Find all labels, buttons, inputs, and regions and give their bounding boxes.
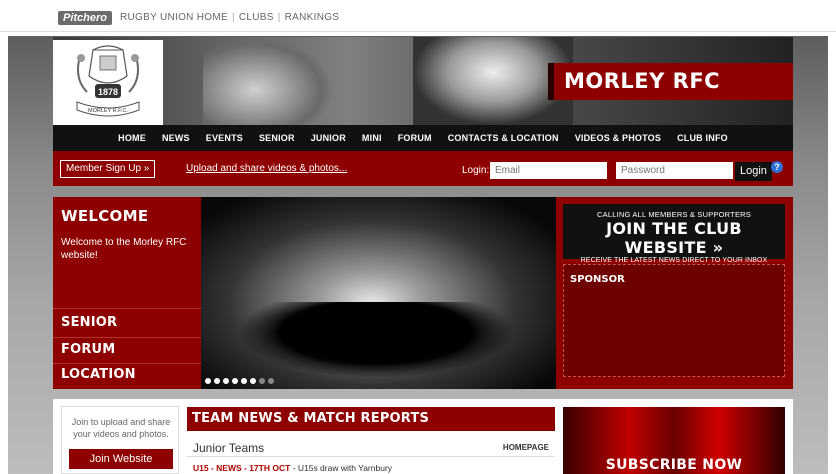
- hero-slideshow[interactable]: [201, 197, 556, 389]
- join-club-banner[interactable]: CALLING ALL MEMBERS & SUPPORTERS JOIN TH…: [563, 204, 785, 264]
- nav-senior[interactable]: SENIOR: [251, 125, 303, 151]
- rugby-union-home-link[interactable]: RUGBY UNION HOME: [120, 12, 228, 23]
- morley-rfc-crest-icon: 1878 MORLEY R.F.C.: [76, 45, 140, 117]
- crest-motto: MORLEY R.F.C.: [88, 108, 128, 114]
- welcome-text: Welcome to the Morley RFC website!: [61, 237, 187, 261]
- nav-forum[interactable]: FORUM: [390, 125, 440, 151]
- divider: [53, 363, 201, 364]
- slide-dot[interactable]: [241, 378, 247, 384]
- quicklink-senior[interactable]: SENIOR: [61, 315, 117, 330]
- quicklink-forum[interactable]: FORUM: [61, 342, 115, 357]
- slide-dot[interactable]: [223, 378, 229, 384]
- sponsor-box: SPONSOR: [563, 264, 785, 377]
- header-photo-highlight: [203, 37, 333, 125]
- subscribe-label: SUBSCRIBE NOW: [605, 457, 743, 473]
- homepage-link[interactable]: HOMEPAGE: [503, 443, 549, 452]
- club-crest[interactable]: 1878 MORLEY R.F.C.: [53, 40, 163, 125]
- login-button[interactable]: Login: [735, 162, 772, 181]
- member-login-bar: Member Sign Up » Upload and share videos…: [53, 151, 793, 186]
- nav-events[interactable]: EVENTS: [198, 125, 251, 151]
- team-news-section: TEAM NEWS & MATCH REPORTS Junior Teams H…: [187, 407, 555, 474]
- join-line2: JOIN THE CLUB WEBSITE »: [606, 219, 742, 257]
- password-input[interactable]: [616, 162, 733, 179]
- separator: |: [277, 12, 281, 23]
- upload-share-link[interactable]: Upload and share videos & photos...: [186, 163, 347, 174]
- news-item[interactable]: U15 - NEWS - 17TH OCT - U15s draw with Y…: [193, 463, 392, 473]
- upload-promo-text: Join to upload and share your videos and…: [71, 417, 171, 439]
- slide-dot[interactable]: [214, 378, 220, 384]
- welcome-title: WELCOME: [61, 207, 149, 225]
- slide-dots: [205, 378, 274, 384]
- join-line1: CALLING ALL MEMBERS & SUPPORTERS: [597, 210, 751, 219]
- login-label: Login:: [462, 165, 490, 176]
- pitchero-topbar: Pitchero RUGBY UNION HOME | CLUBS | RANKINGS: [0, 0, 836, 32]
- sponsor-title: SPONSOR: [570, 274, 625, 285]
- right-column: CALLING ALL MEMBERS & SUPPORTERS JOIN TH…: [556, 197, 793, 389]
- nav-contacts-location[interactable]: CONTACTS & LOCATION: [440, 125, 567, 151]
- news-item-tag: U15 - NEWS - 17TH OCT: [193, 463, 291, 473]
- subscribe-banner[interactable]: SUBSCRIBE NOW: [563, 407, 785, 474]
- member-signup-button[interactable]: Member Sign Up »: [60, 160, 156, 178]
- upload-promo-box: Join to upload and share your videos and…: [61, 406, 179, 474]
- news-section-title: TEAM NEWS & MATCH REPORTS: [187, 407, 555, 431]
- junior-teams-heading[interactable]: Junior Teams: [193, 441, 264, 455]
- club-name-banner[interactable]: MORLEY RFC: [548, 63, 793, 100]
- news-subheader: Junior Teams HOMEPAGE: [187, 437, 555, 457]
- quicklink-location[interactable]: LOCATION: [61, 367, 136, 382]
- slide-dot[interactable]: [268, 378, 274, 384]
- hero-photo-scrum: [241, 302, 511, 377]
- nav-club-info[interactable]: CLUB INFO: [669, 125, 736, 151]
- pitchero-logo[interactable]: Pitchero: [58, 11, 113, 25]
- main-nav: HOME NEWS EVENTS SENIOR JUNIOR MINI FORU…: [53, 125, 793, 151]
- slide-dot[interactable]: [205, 378, 211, 384]
- separator: |: [231, 12, 235, 23]
- news-item-text: - U15s draw with Yarnbury: [290, 463, 393, 473]
- club-header: 1878 MORLEY R.F.C. MORLEY RFC: [53, 37, 793, 125]
- crest-year: 1878: [98, 87, 118, 97]
- slide-dot[interactable]: [259, 378, 265, 384]
- topbar-links: RUGBY UNION HOME | CLUBS | RANKINGS: [120, 12, 339, 23]
- rankings-link[interactable]: RANKINGS: [285, 12, 340, 23]
- nav-home[interactable]: HOME: [110, 125, 154, 151]
- slide-dot[interactable]: [232, 378, 238, 384]
- nav-news[interactable]: NEWS: [154, 125, 198, 151]
- join-line3: RECEIVE THE LATEST NEWS DIRECT TO YOUR I…: [580, 257, 768, 264]
- nav-videos-photos[interactable]: VIDEOS & PHOTOS: [567, 125, 669, 151]
- divider: [53, 337, 201, 338]
- email-input[interactable]: [490, 162, 607, 179]
- help-icon[interactable]: ?: [771, 161, 783, 173]
- clubs-link[interactable]: CLUBS: [239, 12, 274, 23]
- nav-junior[interactable]: JUNIOR: [303, 125, 354, 151]
- slide-dot[interactable]: [250, 378, 256, 384]
- welcome-panel: WELCOME Welcome to the Morley RFC websit…: [53, 197, 201, 389]
- nav-mini[interactable]: MINI: [354, 125, 390, 151]
- divider: [53, 308, 201, 309]
- join-website-button[interactable]: Join Website: [69, 449, 173, 469]
